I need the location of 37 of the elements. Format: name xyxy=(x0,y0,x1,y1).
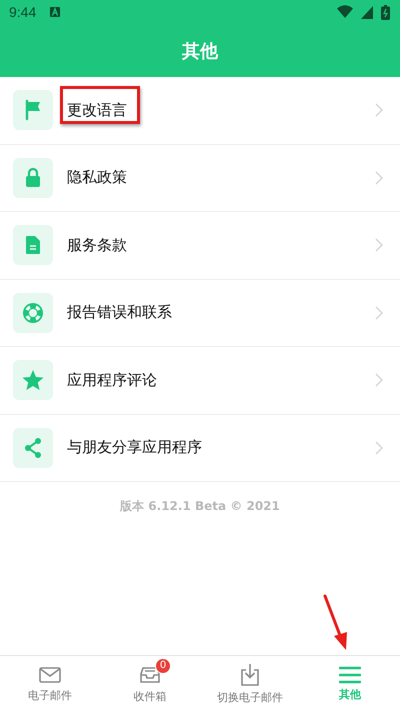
menu-label: 服务条款 xyxy=(67,236,127,255)
chevron-icon xyxy=(375,103,383,118)
download-icon xyxy=(239,662,261,686)
lock-icon xyxy=(13,158,53,198)
menu-label: 应用程序评论 xyxy=(67,370,157,390)
notification-icon xyxy=(50,7,60,17)
count-badge: 0 xyxy=(155,658,171,674)
menu-item[interactable]: 隐私政策 xyxy=(0,144,400,212)
menu-item[interactable]: 更改语言 xyxy=(0,77,400,144)
share-icon xyxy=(13,428,53,468)
chevron-icon xyxy=(375,238,383,252)
wifi-icon xyxy=(337,5,353,19)
nav-tab[interactable]: 电子邮件 xyxy=(0,656,100,711)
battery-icon xyxy=(381,4,390,20)
menu-label: 与朋友分享应用程序 xyxy=(67,438,202,458)
menu-label: 更改语言 xyxy=(67,100,127,120)
status-time: 9:44 xyxy=(9,4,36,20)
menu-item[interactable]: 报告错误和联系 xyxy=(0,280,400,347)
lifebuoy-icon xyxy=(13,292,53,333)
flag-icon xyxy=(13,90,53,130)
nav-tab[interactable]: 切换电子邮件 xyxy=(200,656,300,711)
menu-item[interactable]: 与朋友分享应用程序 xyxy=(0,414,400,482)
chevron-icon xyxy=(375,373,383,388)
chevron-icon xyxy=(375,170,383,185)
nav-tab[interactable]: 0 收件箱 xyxy=(100,656,200,711)
header-title: 其他 xyxy=(182,40,218,62)
version-text: 版本 6.12.1 Beta © 2021 xyxy=(120,498,280,515)
chevron-icon xyxy=(375,440,383,455)
menu-label: 隐私政策 xyxy=(67,168,127,188)
chevron-icon xyxy=(375,306,383,320)
menu-item[interactable]: 应用程序评论 xyxy=(0,347,400,414)
menu-icon xyxy=(339,666,361,684)
document-icon xyxy=(13,225,53,266)
menu-item[interactable]: 服务条款 xyxy=(0,212,400,280)
mail-icon xyxy=(38,664,62,684)
menu-label: 报告错误和联系 xyxy=(67,303,172,322)
signal-icon xyxy=(361,6,373,18)
